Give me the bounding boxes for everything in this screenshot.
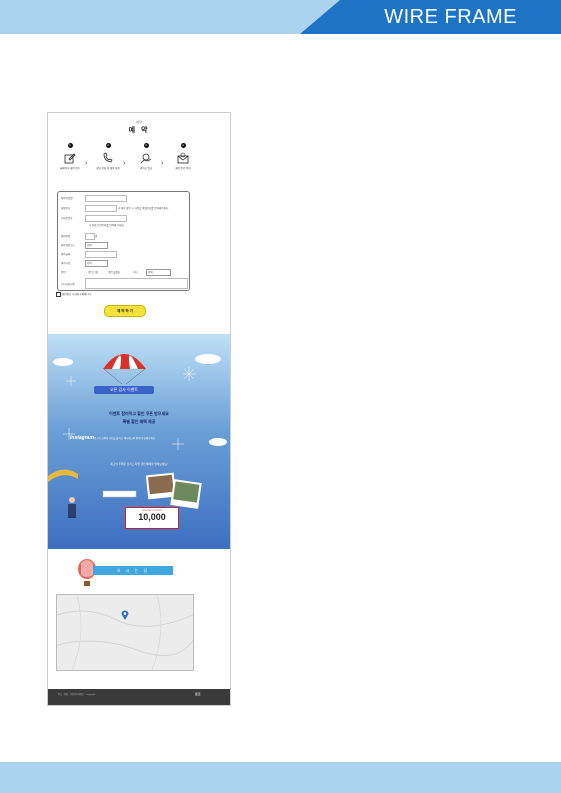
form-row-name: 예약자성명: [61, 194, 187, 202]
mail-icon: [177, 152, 189, 164]
event-banner: 오픈 감사 이벤트: [94, 386, 154, 394]
field-label: 예약인원: [61, 235, 71, 238]
chevron-right-icon: ›: [85, 160, 88, 167]
chevron-right-icon: ›: [123, 160, 126, 167]
location-pin-icon[interactable]: [121, 610, 129, 620]
field-label: 예약시간: [61, 262, 71, 265]
promo-subheadline: 특별 할인 혜택 제공: [122, 419, 156, 424]
edit-icon: [64, 153, 76, 164]
footer-logo: 로고: [195, 692, 201, 696]
password-input[interactable]: [85, 205, 117, 212]
people-input[interactable]: [85, 233, 95, 240]
field-label: 비밀번호: [61, 207, 71, 210]
form-row-date: 예약날짜: [61, 250, 187, 258]
payment-icon: [140, 153, 152, 164]
site-footer: 주소 · 전화 · 사업자등록번호 · Copyright 로고: [48, 689, 230, 705]
instagram-description: 인스타그램에 사진을 올리고 해시태그와 함께 공유해주세요.: [94, 437, 156, 440]
step-3: 3 예약금 입금: [132, 143, 160, 170]
step-number: 2: [105, 143, 111, 148]
step-number: 3: [143, 143, 149, 148]
field-note: ※ 정확한 연락처를 입력해 주세요.: [89, 224, 125, 227]
coupon-value: 10,000: [138, 512, 166, 522]
request-textarea[interactable]: [85, 278, 188, 289]
agree-checkbox[interactable]: [56, 292, 61, 297]
field-label: 예약자성명: [61, 197, 73, 200]
location-section: 오 시 는 길: [48, 549, 230, 689]
form-row-phone: 휴대폰번호 ※ 정확한 연락처를 입력해 주세요.: [61, 214, 187, 227]
step-caption: 예약금 입금: [139, 167, 153, 170]
date-input[interactable]: [85, 251, 117, 258]
phone-input[interactable]: [85, 215, 127, 222]
step-4: 4 예약 완료 안내: [169, 143, 197, 170]
reservation-title: 예 약: [128, 127, 150, 134]
step-caption: 예약 완료 안내: [175, 167, 191, 170]
agree-label: 개인정보 수집에 동의합니다.: [62, 293, 92, 297]
field-label: 예약날짜: [61, 253, 71, 256]
pickup-option-2[interactable]: 픽업 불필요: [108, 270, 120, 274]
map-terrain: [56, 594, 194, 671]
course-select[interactable]: 선택: [85, 242, 108, 249]
field-label: 예약희망코스: [61, 244, 75, 247]
promo-section: 오픈 감사 이벤트 이벤트 참여하고 할인 쿠폰 받으세요 특별 할인 혜택 제…: [48, 334, 230, 549]
unit-label: 명: [95, 235, 98, 238]
step-number: 1: [67, 143, 73, 148]
agree-checkbox-row[interactable]: 개인정보 수집에 동의합니다.: [56, 292, 92, 297]
field-label: 기타요청사항: [61, 283, 75, 286]
chevron-right-icon: ›: [161, 160, 164, 167]
location-title: 오 시 는 길: [93, 566, 173, 575]
field-label: 픽업: [61, 271, 66, 274]
step-number: 4: [180, 143, 186, 148]
step-1: 1 홈페이지 예약 접수: [56, 143, 84, 170]
instagram-logo: Instagram: [70, 435, 94, 441]
form-row-password: 비밀번호 ※ 예약 확인 시 사용할 비밀번호를 입력해주세요.: [61, 204, 187, 212]
submit-button[interactable]: 예 약 하 기: [104, 305, 146, 317]
reservation-section: 예약 예 약 1 홈페이지 예약 접수 › 2 상담 전화 및 예약 확정 › …: [48, 113, 230, 334]
pickup-select[interactable]: 선택: [146, 269, 171, 276]
map[interactable]: [56, 594, 194, 671]
pickup-option-1[interactable]: 픽업 신청: [88, 270, 98, 274]
name-input[interactable]: [85, 195, 127, 202]
step-caption: 상담 전화 및 예약 확정: [96, 167, 120, 170]
reservation-form: 예약자성명 비밀번호 ※ 예약 확인 시 사용할 비밀번호를 입력해주세요. 휴…: [57, 191, 190, 291]
reservation-eyebrow: 예약: [136, 120, 142, 124]
form-row-people: 예약인원 명: [61, 232, 187, 240]
promo-headline: 이벤트 참여하고 할인 쿠폰 받으세요: [109, 411, 169, 416]
phone-icon: [103, 152, 113, 163]
form-row-time: 예약시간 선택: [61, 259, 187, 267]
coupon-card: SPECIAL COUPON 10,000: [125, 507, 179, 529]
footer-band: [0, 762, 561, 793]
promo-question: 최고의 추억을 남기고 특별 할인 혜택을 받아보세요!: [110, 463, 168, 466]
field-note: ※ 예약 확인 시 사용할 비밀번호를 입력해주세요.: [118, 207, 169, 210]
footer-text: 주소 · 전화 · 사업자등록번호 · Copyright: [58, 694, 96, 696]
time-select[interactable]: 선택: [85, 260, 108, 267]
step-2: 2 상담 전화 및 예약 확정: [94, 143, 122, 170]
form-row-course: 예약희망코스 선택: [61, 241, 187, 249]
page-title: WIRE FRAME: [384, 6, 517, 28]
field-label: 휴대폰번호: [61, 217, 73, 220]
step-caption: 홈페이지 예약 접수: [60, 167, 80, 170]
pickup-option-3[interactable]: 기타: [133, 270, 138, 274]
wireframe-mockup: 예약 예 약 1 홈페이지 예약 접수 › 2 상담 전화 및 예약 확정 › …: [47, 112, 231, 706]
form-row-pickup: 픽업 픽업 신청 픽업 불필요 기타 선택: [61, 268, 187, 276]
